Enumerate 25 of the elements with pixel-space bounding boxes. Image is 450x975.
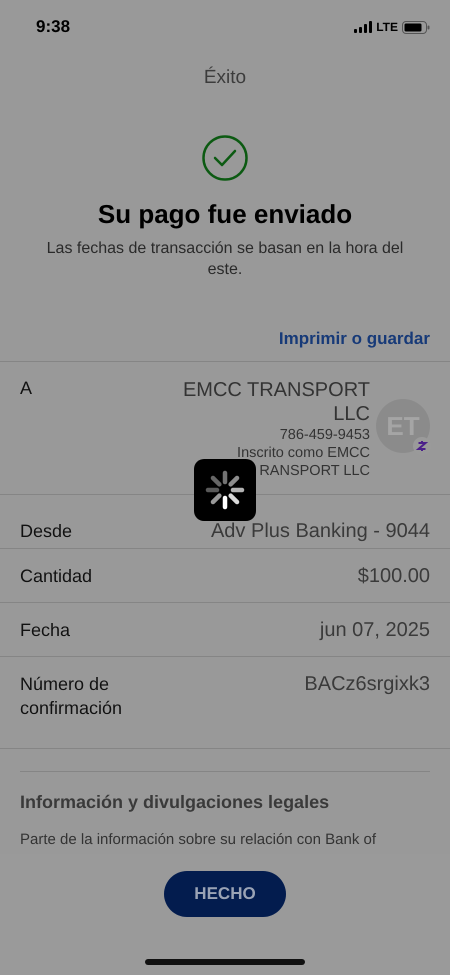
- timezone-note: Las fechas de transacción se basan en la hora del este.: [46, 239, 404, 280]
- detail-label: Número de confirmación: [20, 673, 124, 720]
- battery-icon: [402, 20, 430, 34]
- legal-text: Parte de la información sobre su relación con Bank of: [20, 831, 378, 848]
- legal-heading: Información y divulgaciones legales: [20, 792, 330, 813]
- detail-value: BACz6srgixk3: [304, 672, 430, 696]
- network-label: LTE: [376, 20, 398, 34]
- detail-label: Cantidad: [20, 565, 94, 588]
- enrolled-name: Inscrito como EMCC: [237, 444, 370, 462]
- detail-value: jun 07, 2025: [320, 618, 430, 642]
- recipient-name: EMCC TRANSPORT LLC: [182, 378, 370, 426]
- check-icon: [202, 135, 248, 181]
- print-link[interactable]: Imprimir o guardar: [278, 329, 430, 349]
- detail-label: Desde: [20, 520, 74, 543]
- done-button[interactable]: HECHO: [164, 871, 286, 917]
- signal-icon: [354, 21, 372, 33]
- enrolled-name: RANSPORT LLC: [259, 462, 370, 480]
- detail-value: $100.00: [358, 564, 430, 588]
- detail-label: Fecha: [20, 619, 72, 642]
- detail-value: Adv Plus Banking - 9044: [210, 519, 430, 543]
- status-time: 9:38: [36, 17, 70, 37]
- screen-title: Éxito: [202, 67, 248, 89]
- success-heading: Su pago fue enviado: [96, 199, 354, 230]
- recipient-label: A: [20, 378, 34, 400]
- recipient-phone: 786-459-9453: [280, 426, 370, 444]
